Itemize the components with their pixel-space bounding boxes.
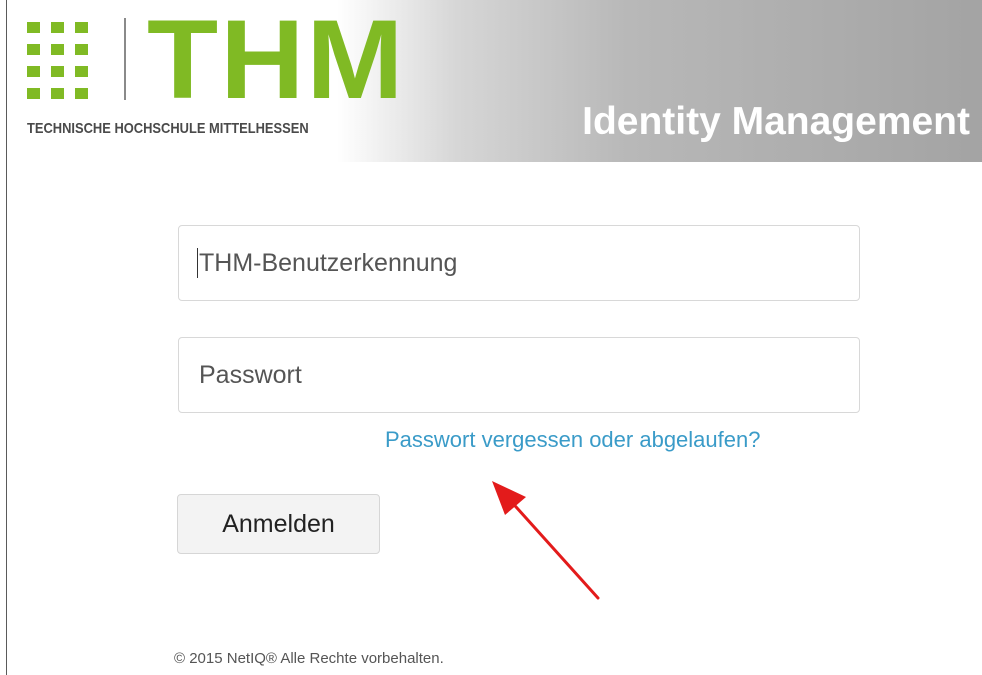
copyright-footer: © 2015 NetIQ® Alle Rechte vorbehalten.	[174, 650, 444, 667]
logo-divider	[124, 18, 126, 100]
page-title: Identity Management	[582, 100, 970, 143]
text-cursor	[197, 248, 198, 278]
thm-logo-text: THM	[147, 0, 406, 122]
username-input[interactable]	[178, 225, 860, 301]
logo-subtitle: TECHNISCHE HOCHSCHULE MITTELHESSEN	[27, 120, 309, 137]
header-banner: THM TECHNISCHE HOCHSCHULE MITTELHESSEN I…	[7, 0, 982, 162]
forgot-password-link[interactable]: Passwort vergessen oder abgelaufen?	[385, 427, 760, 453]
login-button[interactable]: Anmelden	[177, 494, 380, 554]
password-input[interactable]	[178, 337, 860, 413]
thm-logo-grid-icon	[27, 22, 90, 99]
